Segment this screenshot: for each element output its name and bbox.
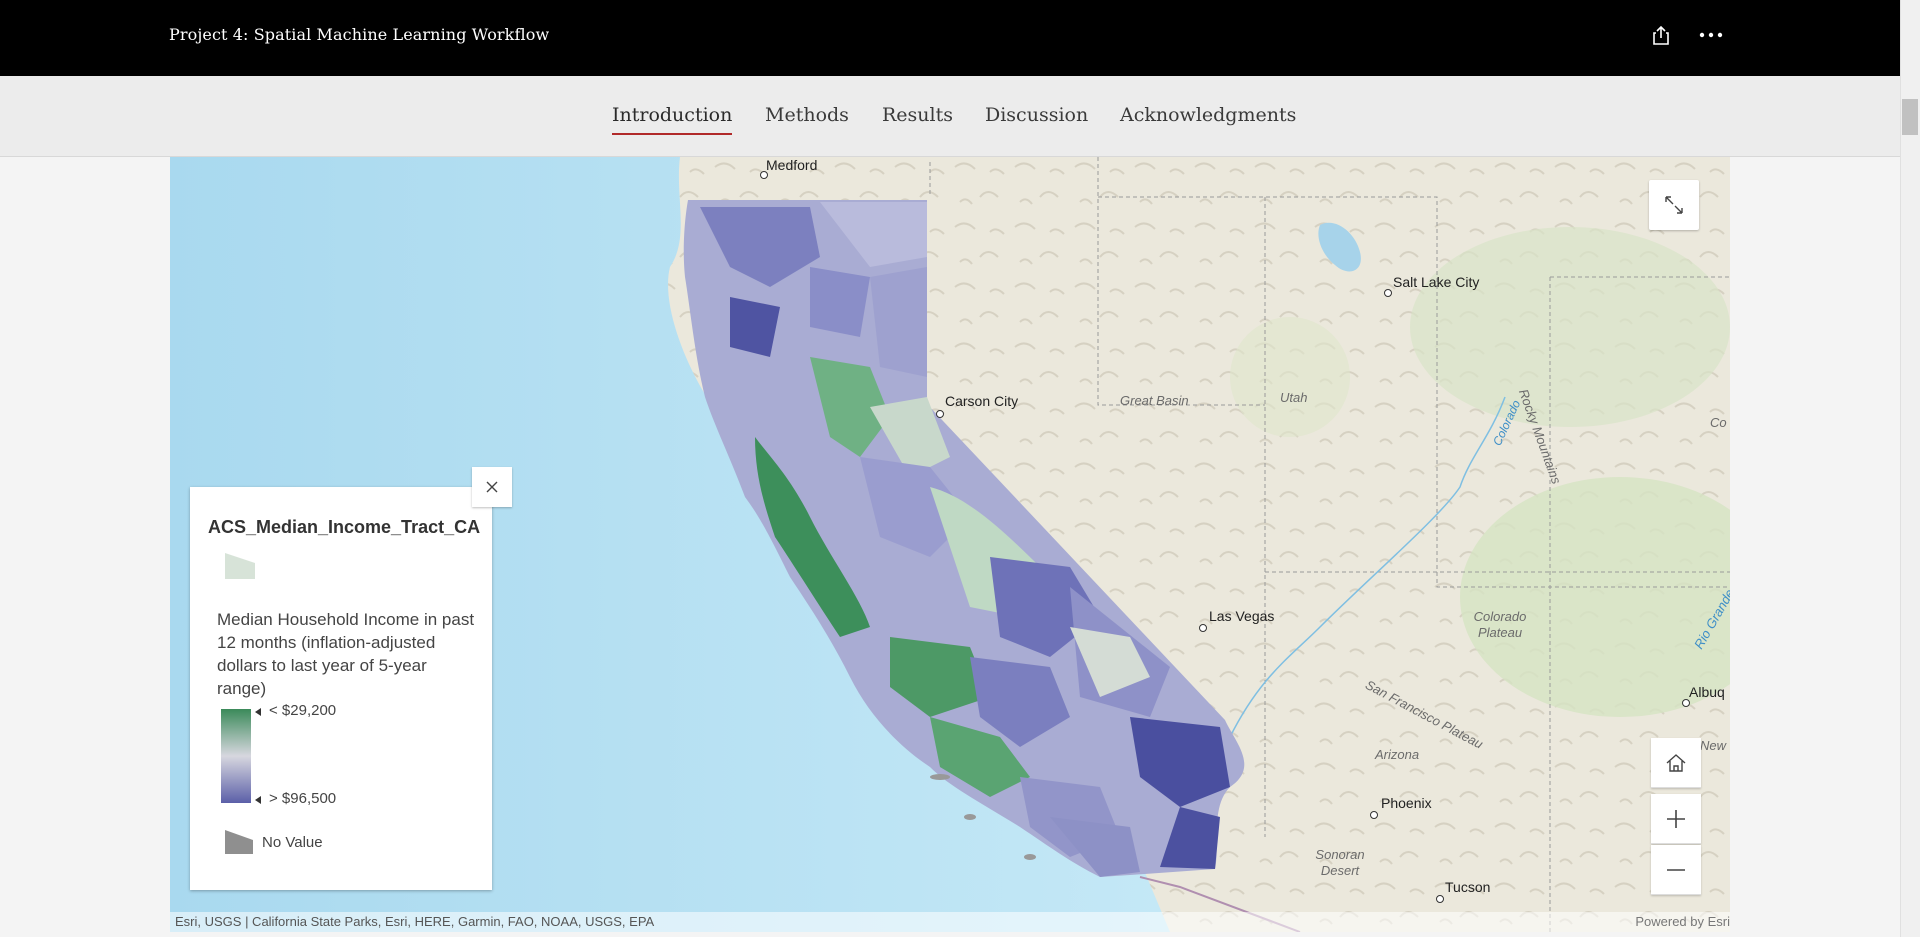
label-arizona: Arizona <box>1375 747 1420 762</box>
legend-high-tick <box>255 708 261 716</box>
legend-no-value-symbol <box>225 830 253 854</box>
legend-no-value-label: No Value <box>262 834 323 851</box>
expand-icon <box>1665 196 1683 214</box>
label-tucson: Tucson <box>1445 879 1491 895</box>
legend-close-button[interactable] <box>472 467 512 507</box>
zoom-in-button[interactable] <box>1651 794 1701 844</box>
more-options-icon[interactable] <box>1698 24 1724 46</box>
label-colorado-plateau: Colorado Plateau <box>1473 609 1527 640</box>
story-header: Project 4: Spatial Machine Learning Work… <box>0 0 1900 76</box>
label-medford: Medford <box>766 157 818 173</box>
tab-results[interactable]: Results <box>882 104 953 126</box>
city-marker-carson-city <box>936 410 944 418</box>
zoom-out-button[interactable] <box>1651 845 1701 895</box>
label-albuquerque: Albuq <box>1689 684 1725 700</box>
zoom-in-icon <box>1667 810 1685 828</box>
label-new-mexico: New Me <box>1700 738 1730 753</box>
share-icon[interactable] <box>1650 24 1672 46</box>
map-legend: ACS_Median_Income_Tract_CA Median Househ… <box>190 487 492 890</box>
page-scrollbar-thumb[interactable] <box>1902 99 1918 135</box>
tab-discussion[interactable]: Discussion <box>985 104 1088 126</box>
legend-high-label: < $29,200 <box>269 702 337 719</box>
fullscreen-button[interactable] <box>1649 180 1699 230</box>
city-marker-las-vegas <box>1199 624 1207 632</box>
label-salt-lake-city: Salt Lake City <box>1393 274 1480 290</box>
tab-introduction[interactable]: Introduction <box>612 104 733 135</box>
legend-color-ramp <box>221 709 251 803</box>
zoom-out-icon <box>1667 869 1685 871</box>
city-marker-albuquerque <box>1682 699 1690 707</box>
legend-layer-title: ACS_Median_Income_Tract_CA <box>208 517 481 537</box>
label-utah: Utah <box>1280 390 1308 405</box>
story-nav: Introduction Methods Results Discussion … <box>0 76 1900 157</box>
map-attribution[interactable]: Esri, USGS | California State Parks, Esr… <box>170 912 1730 932</box>
tab-methods[interactable]: Methods <box>765 104 849 126</box>
label-great-basin: Great Basin <box>1120 393 1189 408</box>
story-title: Project 4: Spatial Machine Learning Work… <box>169 25 550 44</box>
city-marker-tucson <box>1436 895 1444 903</box>
legend-low-label: > $96,500 <box>269 790 337 807</box>
legend-low-tick <box>255 796 261 804</box>
powered-by-esri[interactable]: Powered by Esri <box>1635 912 1730 932</box>
label-co-partial: Co <box>1710 415 1727 430</box>
label-carson-city: Carson City <box>945 393 1019 409</box>
legend-layer-symbol <box>225 553 255 579</box>
legend-field-description: Median Household Income in past 12 month… <box>217 610 475 698</box>
page-scrollbar[interactable] <box>1900 0 1920 937</box>
label-las-vegas: Las Vegas <box>1209 608 1275 624</box>
city-marker-phoenix <box>1370 811 1378 819</box>
label-sonoran-desert: Sonoran Desert <box>1315 847 1365 878</box>
city-marker-salt-lake-city <box>1384 289 1392 297</box>
label-phoenix: Phoenix <box>1381 795 1432 811</box>
home-icon <box>1666 754 1686 772</box>
home-button[interactable] <box>1651 738 1701 788</box>
tab-acknowledgments[interactable]: Acknowledgments <box>1120 104 1296 126</box>
close-icon <box>486 481 498 493</box>
web-map[interactable]: Medford Salt Lake City Carson City Great… <box>170 157 1730 932</box>
